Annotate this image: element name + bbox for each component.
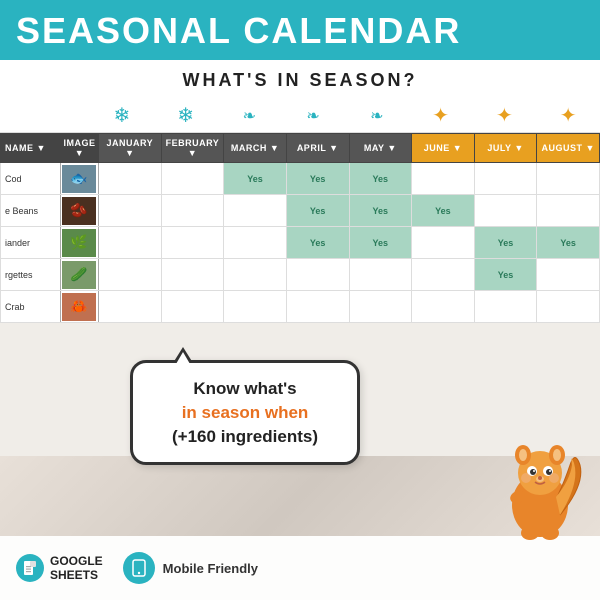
col-march: MARCH ▼ <box>224 134 287 163</box>
calendar-table-wrapper: NAME ▼ IMAGE ▼ JANUARY ▼ FEBRUARY ▼ MARC… <box>0 133 600 323</box>
cell-beans-aug <box>537 195 600 227</box>
row-img-beans: 🫘 <box>61 195 99 227</box>
cell-crab-mar <box>224 291 287 323</box>
col-august: AUGUST ▼ <box>537 134 600 163</box>
cell-crab-aug <box>537 291 600 323</box>
bubble-line3: (+160 ingredients) <box>172 427 318 446</box>
cell-cod-apr: Yes <box>286 163 349 195</box>
cell-cod-may: Yes <box>349 163 412 195</box>
row-name-courgettes: rgettes <box>1 259 61 291</box>
cell-cor-mar <box>224 227 287 259</box>
row-name-coriander: iander <box>1 227 61 259</box>
row-img-crab: 🦀 <box>61 291 99 323</box>
cell-cor-jan <box>99 227 162 259</box>
cell-crab-feb <box>161 291 224 323</box>
cell-cod-jun <box>412 163 475 195</box>
google-sheets-label: GOOGLE SHEETS <box>50 554 103 583</box>
cell-cor-jun <box>412 227 475 259</box>
phone-icon <box>123 552 155 584</box>
cell-crab-apr <box>286 291 349 323</box>
table-row: Crab 🦀 <box>1 291 600 323</box>
spring-icon-apr: ❧ <box>281 104 345 128</box>
col-july: JULY ▼ <box>474 134 537 163</box>
row-img-courgettes: 🥒 <box>61 259 99 291</box>
calendar-table: NAME ▼ IMAGE ▼ JANUARY ▼ FEBRUARY ▼ MARC… <box>0 133 600 323</box>
cell-cou-jan <box>99 259 162 291</box>
table-row: rgettes 🥒 Yes <box>1 259 600 291</box>
table-row: Cod 🐟 Yes Yes Yes <box>1 163 600 195</box>
cell-cou-aug <box>537 259 600 291</box>
bubble-text: Know what's in season when (+160 ingredi… <box>151 377 339 448</box>
summer-icon-jul: ✦ <box>473 101 537 130</box>
cell-cor-aug: Yes <box>537 227 600 259</box>
cell-cou-mar <box>224 259 287 291</box>
winter-icon-jan: ❄ <box>90 101 154 130</box>
cell-beans-may: Yes <box>349 195 412 227</box>
col-april: APRIL ▼ <box>286 134 349 163</box>
col-june: JUNE ▼ <box>412 134 475 163</box>
mobile-friendly-label: Mobile Friendly <box>163 561 258 576</box>
cell-cor-feb <box>161 227 224 259</box>
header-bar: SEASONAL CALENDA R <box>0 0 600 60</box>
cell-cod-aug <box>537 163 600 195</box>
cell-cor-apr: Yes <box>286 227 349 259</box>
bubble-line1: Know what's <box>193 379 296 398</box>
cell-cou-apr <box>286 259 349 291</box>
google-sheets-badge: GOOGLE SHEETS <box>16 554 103 583</box>
cell-cod-feb <box>161 163 224 195</box>
col-name: NAME ▼ <box>1 134 61 163</box>
cell-cor-jul: Yes <box>474 227 537 259</box>
summer-icon-jun: ✦ <box>409 101 473 130</box>
bubble-line2: in season when <box>182 403 309 422</box>
cell-cou-may <box>349 259 412 291</box>
table-row: e Beans 🫘 Yes Yes Yes <box>1 195 600 227</box>
spring-icon-mar: ❧ <box>218 104 282 128</box>
subtitle-text: WHAT'S IN SEASON? <box>0 70 600 91</box>
cell-beans-apr: Yes <box>286 195 349 227</box>
mobile-badge: Mobile Friendly <box>123 552 258 584</box>
cell-beans-mar <box>224 195 287 227</box>
cell-crab-jul <box>474 291 537 323</box>
row-name-cod: Cod <box>1 163 61 195</box>
subtitle-row: WHAT'S IN SEASON? <box>0 60 600 97</box>
google-sheets-icon <box>16 554 44 582</box>
cell-cod-jan <box>99 163 162 195</box>
cell-cod-mar: Yes <box>224 163 287 195</box>
squirrel-svg <box>490 415 590 545</box>
row-name-beans: e Beans <box>1 195 61 227</box>
table-row: iander 🌿 Yes Yes Yes Yes <box>1 227 600 259</box>
row-img-cod: 🐟 <box>61 163 99 195</box>
summer-icon-aug: ✦ <box>536 101 600 130</box>
cell-crab-jun <box>412 291 475 323</box>
season-icons-row: ❄ ❄ ❧ ❧ ❧ ✦ ✦ ✦ <box>0 97 600 133</box>
col-january: JANUARY ▼ <box>99 134 162 163</box>
cell-beans-jan <box>99 195 162 227</box>
cell-beans-feb <box>161 195 224 227</box>
title-suffix: R <box>433 10 461 52</box>
page-container: SEASONAL CALENDA R WHAT'S IN SEASON? ❄ ❄… <box>0 0 600 600</box>
cell-cou-feb <box>161 259 224 291</box>
cell-cou-jul: Yes <box>474 259 537 291</box>
cell-beans-jun: Yes <box>412 195 475 227</box>
col-image: IMAGE ▼ <box>61 134 99 163</box>
cell-cod-jul <box>474 163 537 195</box>
col-may: MAY ▼ <box>349 134 412 163</box>
winter-icon-feb: ❄ <box>154 101 218 130</box>
cell-crab-jan <box>99 291 162 323</box>
cell-crab-may <box>349 291 412 323</box>
cell-beans-jul <box>474 195 537 227</box>
bottom-bar: GOOGLE SHEETS Mobile Friendly <box>0 536 600 600</box>
squirrel-character <box>490 415 590 545</box>
page-title: SEASONAL CALENDA <box>16 10 433 52</box>
cell-cou-jun <box>412 259 475 291</box>
row-name-crab: Crab <box>1 291 61 323</box>
col-february: FEBRUARY ▼ <box>161 134 224 163</box>
row-img-coriander: 🌿 <box>61 227 99 259</box>
spring-icon-may: ❧ <box>345 104 409 128</box>
speech-bubble: Know what's in season when (+160 ingredi… <box>130 360 360 465</box>
cell-cor-may: Yes <box>349 227 412 259</box>
